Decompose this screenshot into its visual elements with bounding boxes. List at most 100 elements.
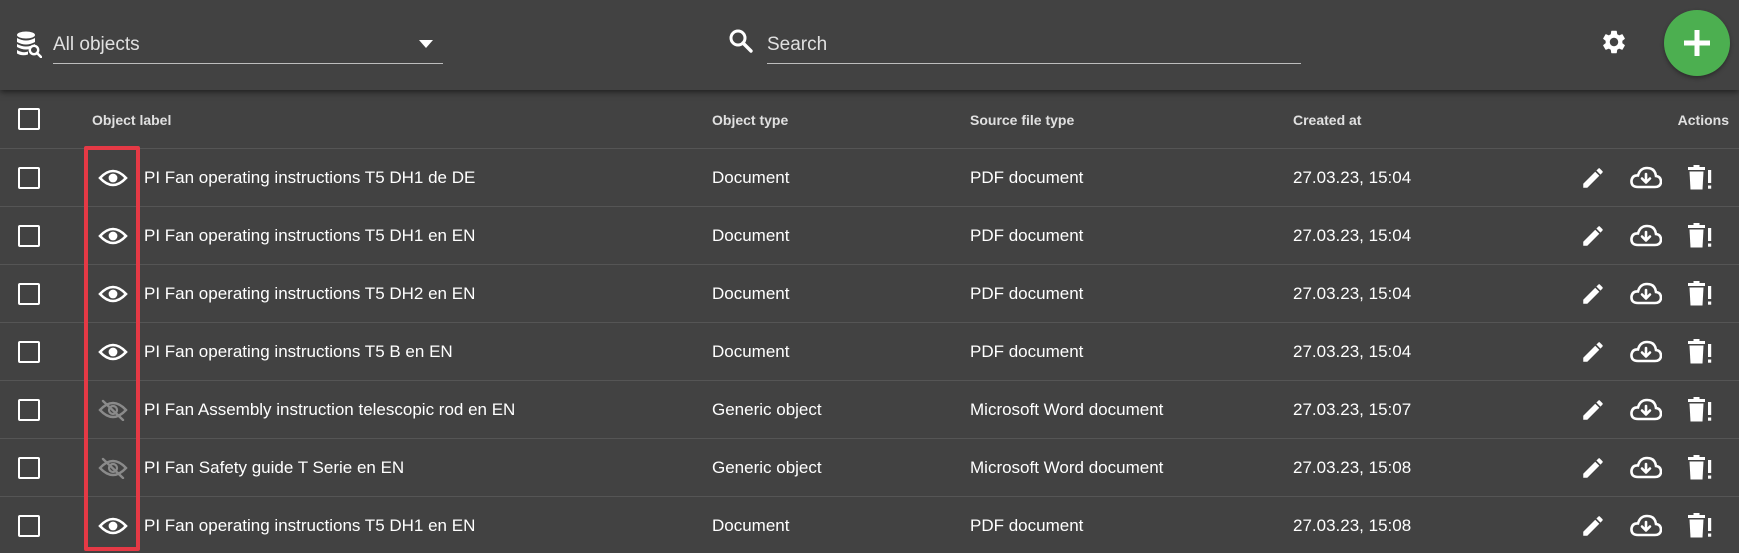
table-row[interactable]: PI Fan Safety guide T Serie en EN Generi… [0, 439, 1739, 497]
row-checkbox[interactable] [18, 283, 40, 305]
table-body: PI Fan operating instructions T5 DH1 de … [0, 149, 1739, 553]
cloud-download-icon[interactable] [1630, 455, 1663, 481]
pencil-icon[interactable] [1580, 223, 1606, 249]
row-checkbox[interactable] [18, 399, 40, 421]
table-row[interactable]: PI Fan operating instructions T5 DH1 en … [0, 207, 1739, 265]
created-at: 27.03.23, 15:04 [1293, 342, 1412, 361]
object-label[interactable]: PI Fan operating instructions T5 DH1 en … [144, 207, 475, 265]
source-file-type: PDF document [970, 516, 1084, 535]
table-row[interactable]: PI Fan operating instructions T5 DH1 de … [0, 149, 1739, 207]
trash-alert-icon[interactable] [1686, 454, 1714, 482]
object-filter-value: All objects [53, 34, 140, 55]
eye-off-icon[interactable] [98, 399, 128, 422]
object-label[interactable]: PI Fan Safety guide T Serie en EN [144, 439, 404, 497]
search-input[interactable] [767, 28, 1301, 64]
cloud-download-icon[interactable] [1630, 339, 1663, 365]
table-row[interactable]: PI Fan operating instructions T5 B en EN… [0, 323, 1739, 381]
objects-table: Object label Object type Source file typ… [0, 90, 1739, 553]
object-label[interactable]: PI Fan Assembly instruction telescopic r… [144, 381, 515, 439]
row-checkbox-cell [18, 381, 40, 439]
row-checkbox-cell [18, 207, 40, 265]
row-checkbox[interactable] [18, 225, 40, 247]
row-checkbox-cell [18, 497, 40, 553]
pencil-icon[interactable] [1580, 513, 1606, 539]
created-at: 27.03.23, 15:04 [1293, 168, 1412, 187]
row-checkbox[interactable] [18, 457, 40, 479]
source-file-type: PDF document [970, 342, 1084, 361]
eye-icon[interactable] [98, 225, 128, 247]
gear-icon[interactable] [1600, 28, 1628, 56]
pencil-icon[interactable] [1580, 455, 1606, 481]
visibility-cell [98, 323, 128, 381]
cloud-download-icon[interactable] [1630, 281, 1663, 307]
row-checkbox-cell [18, 323, 40, 381]
row-checkbox-cell [18, 439, 40, 497]
row-checkbox[interactable] [18, 167, 40, 189]
visibility-cell [98, 439, 128, 497]
row-checkbox-cell [18, 265, 40, 323]
visibility-cell [98, 265, 128, 323]
created-at: 27.03.23, 15:08 [1293, 458, 1412, 477]
trash-alert-icon[interactable] [1686, 512, 1714, 540]
source-file-type: Microsoft Word document [970, 458, 1164, 477]
object-type: Generic object [712, 458, 822, 477]
select-all-checkbox[interactable] [18, 108, 40, 130]
toolbar: All objects [0, 0, 1739, 90]
column-header-source-file-type[interactable]: Source file type [970, 91, 1074, 149]
search-icon [729, 29, 753, 53]
created-at: 27.03.23, 15:04 [1293, 226, 1412, 245]
eye-icon[interactable] [98, 515, 128, 537]
visibility-cell [98, 207, 128, 265]
trash-alert-icon[interactable] [1686, 164, 1714, 192]
visibility-cell [98, 497, 128, 553]
column-header-created-at[interactable]: Created at [1293, 91, 1361, 149]
created-at: 27.03.23, 15:04 [1293, 284, 1412, 303]
object-label[interactable]: PI Fan operating instructions T5 DH1 de … [144, 149, 475, 207]
row-checkbox[interactable] [18, 341, 40, 363]
header-checkbox-cell [18, 90, 40, 148]
object-label[interactable]: PI Fan operating instructions T5 DH2 en … [144, 265, 475, 323]
visibility-cell [98, 381, 128, 439]
object-type: Document [712, 168, 790, 187]
column-header-object-label[interactable]: Object label [92, 91, 171, 149]
add-object-button[interactable] [1664, 10, 1730, 76]
pencil-icon[interactable] [1580, 339, 1606, 365]
cloud-download-icon[interactable] [1630, 165, 1663, 191]
pencil-icon[interactable] [1580, 281, 1606, 307]
column-header-object-type[interactable]: Object type [712, 91, 788, 149]
table-header: Object label Object type Source file typ… [0, 90, 1739, 149]
cloud-download-icon[interactable] [1630, 397, 1663, 423]
created-at: 27.03.23, 15:07 [1293, 400, 1412, 419]
plus-icon [1684, 30, 1710, 56]
eye-icon[interactable] [98, 341, 128, 363]
table-row[interactable]: PI Fan Assembly instruction telescopic r… [0, 381, 1739, 439]
source-file-type: PDF document [970, 168, 1084, 187]
database-search-icon [17, 31, 42, 58]
source-file-type: PDF document [970, 284, 1084, 303]
source-file-type: PDF document [970, 226, 1084, 245]
object-type: Document [712, 226, 790, 245]
eye-off-icon[interactable] [98, 457, 128, 480]
column-header-actions: Actions [1677, 112, 1729, 128]
pencil-icon[interactable] [1580, 397, 1606, 423]
trash-alert-icon[interactable] [1686, 338, 1714, 366]
object-label[interactable]: PI Fan operating instructions T5 B en EN [144, 323, 453, 381]
object-type: Document [712, 284, 790, 303]
table-row[interactable]: PI Fan operating instructions T5 DH2 en … [0, 265, 1739, 323]
eye-icon[interactable] [98, 167, 128, 189]
object-filter-select[interactable]: All objects [53, 24, 443, 64]
object-type: Document [712, 342, 790, 361]
eye-icon[interactable] [98, 283, 128, 305]
table-row[interactable]: PI Fan operating instructions T5 DH1 en … [0, 497, 1739, 553]
object-type: Generic object [712, 400, 822, 419]
trash-alert-icon[interactable] [1686, 280, 1714, 308]
trash-alert-icon[interactable] [1686, 396, 1714, 424]
visibility-cell [98, 149, 128, 207]
cloud-download-icon[interactable] [1630, 223, 1663, 249]
cloud-download-icon[interactable] [1630, 513, 1663, 539]
row-checkbox[interactable] [18, 515, 40, 537]
trash-alert-icon[interactable] [1686, 222, 1714, 250]
created-at: 27.03.23, 15:08 [1293, 516, 1412, 535]
pencil-icon[interactable] [1580, 165, 1606, 191]
object-label[interactable]: PI Fan operating instructions T5 DH1 en … [144, 497, 475, 553]
